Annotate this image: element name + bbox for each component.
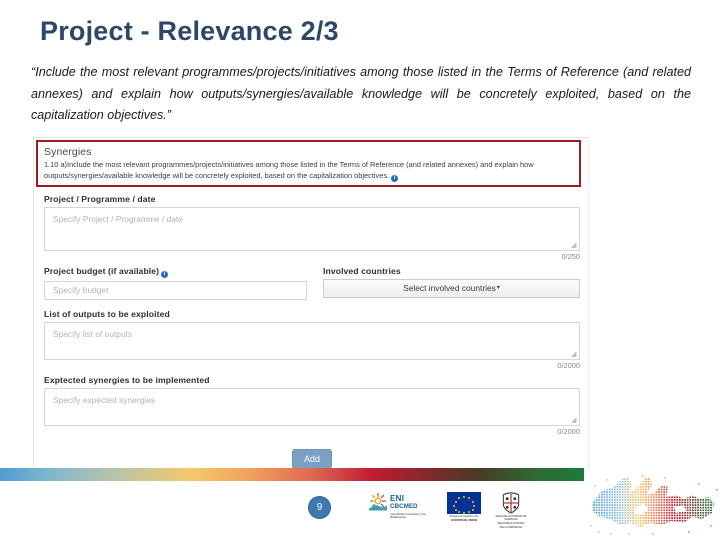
mediterranean-map-decoration [588, 473, 720, 540]
page-title: Project - Relevance 2/3 [40, 16, 339, 46]
eni-sun-icon [369, 492, 387, 511]
budget-info-icon[interactable]: i [161, 271, 169, 278]
expected-synergies-placeholder: Specify expected synergies [53, 395, 155, 405]
expected-synergies-counter: 0/2000 [557, 427, 580, 436]
synergies-section-title: Synergies [44, 146, 92, 158]
eni-cbcmed-logo: ENI CBCMED Cross-Border Cooperation in t… [368, 492, 430, 524]
project-budget-label-text: Project budget (if available) [44, 266, 160, 276]
regione-logo-caption-line1: REGIONE AUTONOMA DE SARDIGNA [495, 515, 527, 522]
eu-logo-caption-line2: EUROPEAN UNION [451, 518, 477, 523]
form-screenshot-panel: Synergies 1.10 a)Include the most releva… [33, 137, 589, 470]
eu-flag-icon [447, 492, 481, 514]
involved-countries-label: Involved countries [323, 266, 401, 276]
dotted-map-graphic [590, 475, 718, 535]
list-of-outputs-counter: 0/2000 [557, 361, 580, 370]
list-of-outputs-label: List of outputs to be exploited [44, 309, 170, 319]
list-of-outputs-input[interactable]: Specify list of outputs ◢ [44, 322, 580, 360]
list-of-outputs-placeholder: Specify list of outputs [53, 329, 133, 339]
expected-synergies-input[interactable]: Specify expected synergies ◢ [44, 388, 580, 426]
project-programme-date-placeholder: Specify Project / Programme / date [53, 214, 183, 224]
select-involved-countries-dropdown[interactable]: Select involved countries▾ [323, 279, 580, 298]
resize-grip-icon[interactable]: ◢ [571, 351, 577, 358]
project-programme-date-input[interactable]: Specify Project / Programme / date ◢ [44, 207, 580, 251]
budget-column: Project budget (if available) i Specify b… [44, 266, 307, 300]
select-involved-countries-label: Select involved countries [403, 283, 496, 293]
eni-logo-line2: CBCMED [390, 503, 418, 510]
intro-paragraph: “Include the most relevant programmes/pr… [31, 65, 691, 123]
synergies-form: Project / Programme / date Specify Proje… [44, 194, 580, 469]
info-icon[interactable]: i [391, 174, 399, 182]
budget-countries-row: Project budget (if available) i Specify b… [44, 266, 580, 300]
project-budget-input[interactable]: Specify budget [44, 281, 307, 300]
european-union-logo: Programme funded by the EUROPEAN UNION [444, 492, 484, 524]
countries-column: Involved countries Select involved count… [323, 266, 580, 300]
sardinia-emblem-icon [502, 492, 520, 514]
resize-grip-icon[interactable]: ◢ [571, 417, 577, 424]
chevron-down-icon: ▾ [496, 285, 500, 291]
project-budget-placeholder: Specify budget [53, 285, 109, 295]
project-programme-date-counter: 0/250 [561, 252, 581, 261]
regione-sardegna-logo: REGIONE AUTONOMA DE SARDIGNA REGIONE AUT… [494, 492, 528, 529]
regione-logo-caption-line2: REGIONE AUTONOMA DELLA SARDEGNA [497, 522, 525, 529]
gradient-bar [0, 468, 584, 481]
eni-logo-caption: Cross-Border Cooperation in the Mediterr… [390, 513, 426, 520]
resize-grip-icon[interactable]: ◢ [571, 242, 577, 249]
add-button[interactable]: Add [291, 449, 332, 469]
eni-logo-line1: ENI [390, 494, 405, 503]
synergies-highlight-box: Synergies 1.10 a)Include the most releva… [36, 140, 581, 187]
project-budget-label: Project budget (if available) i [44, 266, 307, 278]
synergies-section-description: 1.10 a)Include the most relevant program… [44, 160, 573, 182]
expected-synergies-label: Exptected synergies to be implemented [44, 375, 210, 385]
synergies-description-text: 1.10 a)Include the most relevant program… [44, 160, 534, 180]
page-number-badge: 9 [308, 496, 331, 519]
project-programme-date-label: Project / Programme / date [44, 194, 156, 204]
add-button-container: Add [44, 449, 580, 469]
